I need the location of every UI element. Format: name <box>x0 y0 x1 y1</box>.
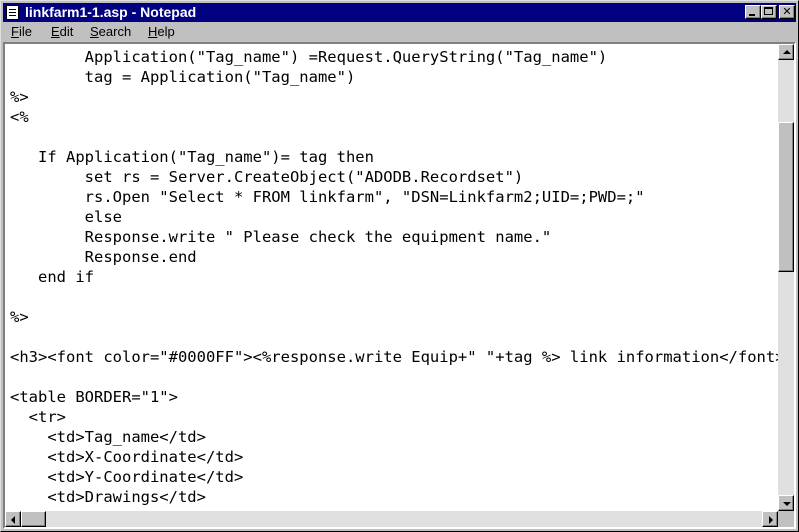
window-title: linkfarm1-1.asp - Notepad <box>25 4 197 20</box>
notepad-window: linkfarm1-1.asp - Notepad ✕ File Edit Se… <box>0 0 799 532</box>
maximize-button[interactable] <box>761 5 777 19</box>
scroll-left-button[interactable] <box>5 511 21 527</box>
minimize-button[interactable] <box>745 5 761 19</box>
menu-help[interactable]: Help <box>148 24 175 40</box>
arrow-up-icon <box>783 50 791 54</box>
editor-text[interactable]: Application("Tag_name") =Request.QuerySt… <box>10 47 778 507</box>
scroll-up-button[interactable] <box>778 44 794 60</box>
scrollbar-corner <box>778 511 794 527</box>
horizontal-scroll-thumb[interactable] <box>21 511 46 527</box>
close-button[interactable]: ✕ <box>779 5 795 19</box>
scroll-right-button[interactable] <box>762 511 778 527</box>
horizontal-scrollbar[interactable] <box>5 511 778 527</box>
close-icon: ✕ <box>782 5 792 18</box>
title-bar[interactable]: linkfarm1-1.asp - Notepad ✕ <box>3 3 796 22</box>
scroll-down-button[interactable] <box>778 495 794 511</box>
menu-file[interactable]: File <box>11 24 32 40</box>
vertical-scrollbar[interactable] <box>778 44 794 511</box>
arrow-right-icon <box>769 516 773 524</box>
maximize-icon <box>764 7 773 15</box>
menu-search[interactable]: Search <box>90 24 131 40</box>
notepad-icon[interactable] <box>6 5 19 20</box>
arrow-down-icon <box>783 502 791 506</box>
text-editor[interactable]: Application("Tag_name") =Request.QuerySt… <box>5 44 778 511</box>
minimize-icon <box>749 14 755 16</box>
editor-frame: Application("Tag_name") =Request.QuerySt… <box>3 42 796 529</box>
vertical-scroll-thumb[interactable] <box>778 122 794 272</box>
menu-bar: File Edit Search Help <box>3 22 796 42</box>
menu-edit[interactable]: Edit <box>51 24 73 40</box>
arrow-left-icon <box>11 516 15 524</box>
